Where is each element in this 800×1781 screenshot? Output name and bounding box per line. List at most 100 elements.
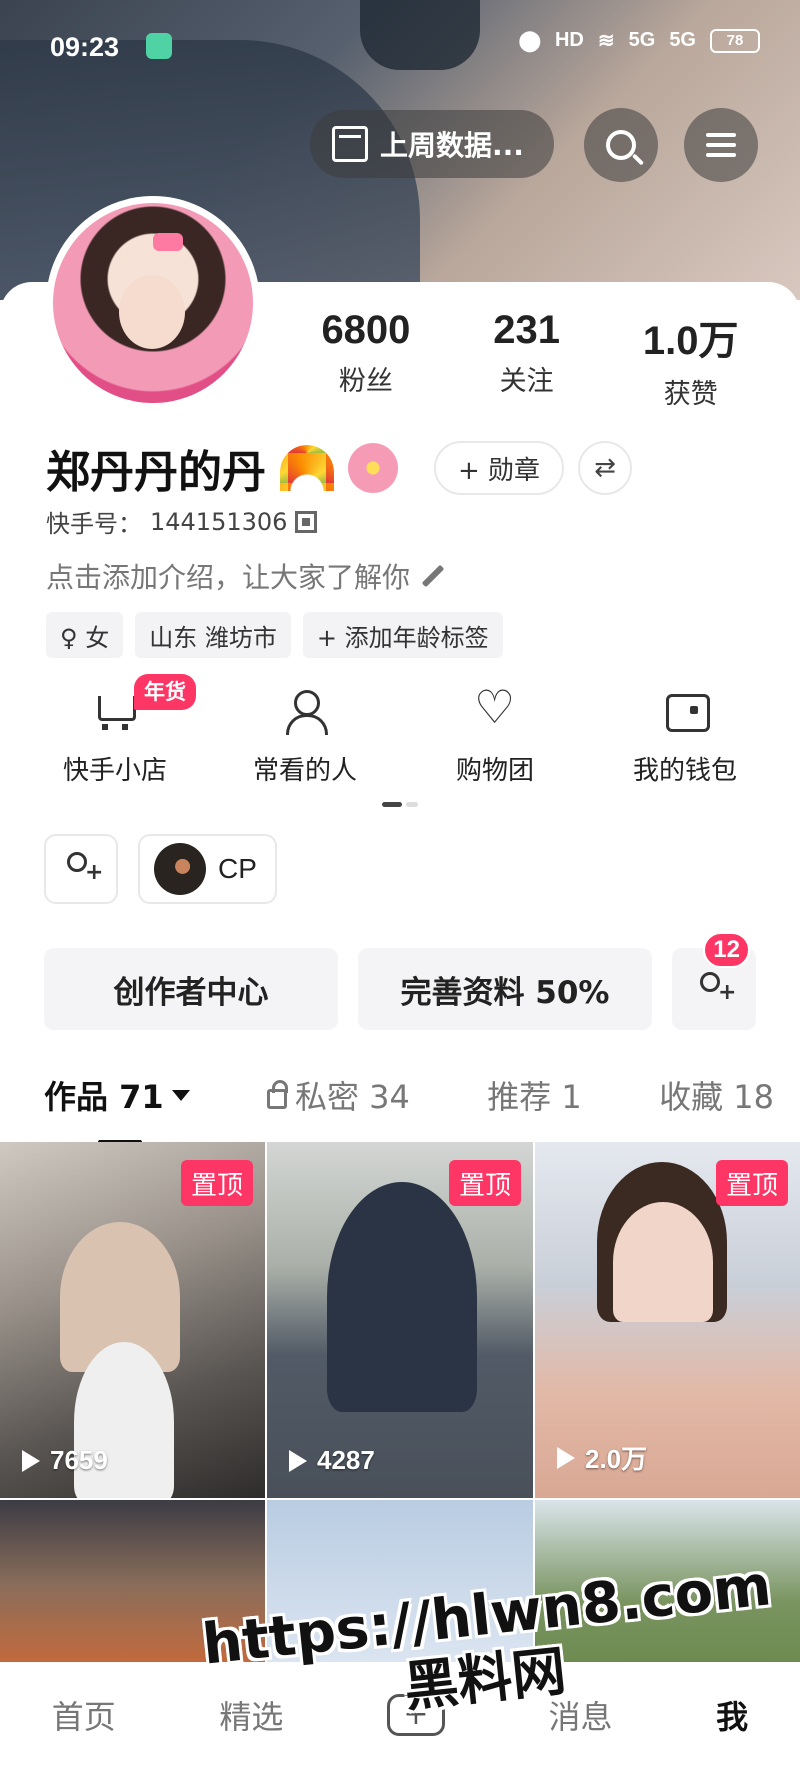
stat-label: 关注 <box>499 366 554 397</box>
tab-label: 私密 34 <box>295 1078 410 1116</box>
add-friend-button[interactable] <box>44 834 118 904</box>
kuaishou-id-value: 144151306 <box>150 507 288 536</box>
tab-label: 收藏 18 <box>659 1078 774 1116</box>
stat-followers[interactable]: 6800 粉丝 <box>321 308 410 411</box>
chevron-down-icon <box>171 1089 190 1101</box>
stat-value: 1.0万 <box>642 319 739 363</box>
search-icon <box>606 130 636 160</box>
edit-icon <box>421 564 445 588</box>
friend-requests-button[interactable]: 12 <box>672 932 756 1030</box>
week-data-button[interactable]: 上周数据... <box>310 110 554 178</box>
status-time: 09:23 <box>50 32 120 62</box>
view-count-value: 2.0万 <box>585 1444 648 1474</box>
cp-label: CP <box>218 853 257 884</box>
stat-following[interactable]: 231 关注 <box>493 308 560 411</box>
friend-requests-badge: 12 <box>703 932 750 968</box>
play-icon <box>22 1449 40 1472</box>
stat-value: 231 <box>493 308 561 352</box>
add-person-icon <box>696 972 736 1006</box>
creator-center-button[interactable]: 创作者中心 <box>44 948 338 1030</box>
search-button[interactable] <box>584 108 658 182</box>
intro-text: 点击添加介绍，让大家了解你 <box>46 561 411 594</box>
pinned-badge: 置顶 <box>448 1160 521 1206</box>
view-count: 2.0万 <box>557 1439 647 1476</box>
hd-label: HD <box>554 29 584 51</box>
app-notification-icon <box>146 33 172 59</box>
battery-level: 78 <box>710 28 760 53</box>
status-bar: 09:23 ⬤ HD ≋ 5G 5G 78 <box>0 0 800 92</box>
wallet-icon <box>660 688 710 734</box>
add-person-icon <box>63 852 103 886</box>
lock-icon <box>267 1080 288 1109</box>
stat-likes[interactable]: 1.0万 获赞 <box>643 308 739 411</box>
tag-gender[interactable]: ♀ 女 <box>46 612 124 658</box>
menu-icon <box>706 133 736 157</box>
status-icons: ⬤ HD ≋ 5G 5G 78 <box>519 28 760 53</box>
service-wallet[interactable]: 我的钱包 <box>600 688 770 787</box>
tab-favorites[interactable]: 收藏 18 <box>659 1072 774 1118</box>
service-label: 购物团 <box>455 756 534 786</box>
view-count-value: 4287 <box>317 1445 375 1475</box>
switch-account-button[interactable]: ⇄ <box>578 441 633 495</box>
pinned-badge: 置顶 <box>715 1160 788 1206</box>
profile-name: 郑丹丹的丹 <box>46 447 266 498</box>
service-frequently-viewed[interactable]: 常看的人 <box>220 688 390 787</box>
swap-icon: ⇄ <box>594 453 616 483</box>
profile-tags: ♀ 女 山东 潍坊市 + 添加年龄标签 <box>46 612 503 658</box>
tab-label: 作品 71 <box>44 1078 164 1116</box>
flower-emoji-icon <box>348 443 398 493</box>
service-label: 快手小店 <box>62 756 167 786</box>
profile-stats: 6800 粉丝 231 关注 1.0万 获赞 <box>280 308 780 411</box>
nav-home[interactable]: 首页 <box>52 1692 116 1738</box>
service-label: 我的钱包 <box>632 756 737 786</box>
stat-label: 获赞 <box>663 379 718 410</box>
pinned-badge: 置顶 <box>180 1160 253 1206</box>
nav-me[interactable]: 我 <box>716 1692 748 1738</box>
tab-recommended[interactable]: 推荐 1 <box>487 1072 582 1118</box>
view-count-value: 7659 <box>50 1445 108 1475</box>
video-thumbnail[interactable]: 置顶 2.0万 <box>535 1142 800 1498</box>
week-data-label: 上周数据... <box>380 129 524 162</box>
location-icon: ⬤ <box>518 30 541 52</box>
service-shopping-group[interactable]: 购物团 <box>410 680 580 787</box>
kuaishou-id[interactable]: 快手号： 144151306 <box>46 504 318 539</box>
complete-profile-button[interactable]: 完善资料 50% <box>358 948 652 1030</box>
qr-code-icon[interactable] <box>295 510 318 533</box>
kuaishou-id-label: 快手号： <box>46 510 142 538</box>
menu-button[interactable] <box>684 108 758 182</box>
services-pager <box>382 802 418 807</box>
new-year-badge: 年货 <box>134 674 196 710</box>
tab-label: 推荐 1 <box>487 1078 582 1116</box>
avatar-image <box>53 203 253 403</box>
service-label: 常看的人 <box>252 756 357 786</box>
service-kuaishou-shop[interactable]: 年货 快手小店 <box>30 674 200 787</box>
tab-private[interactable]: 私密 34 <box>267 1072 410 1118</box>
content-tabs: 作品 71 私密 34 推荐 1 收藏 18 <box>44 1072 774 1144</box>
video-thumbnail[interactable]: 置顶 7659 <box>0 1142 265 1498</box>
tab-works[interactable]: 作品 71 <box>44 1072 190 1144</box>
calendar-icon <box>332 126 368 162</box>
view-count: 7659 <box>22 1445 108 1476</box>
stat-value: 6800 <box>321 308 411 352</box>
quick-services: 年货 快手小店 常看的人 购物团 我的钱包 <box>20 674 780 787</box>
play-icon <box>557 1446 575 1469</box>
cp-avatar <box>154 843 206 895</box>
play-icon <box>289 1449 307 1472</box>
network-label-1: 5G <box>628 29 656 51</box>
view-count: 4287 <box>289 1445 375 1476</box>
tag-location[interactable]: 山东 潍坊市 <box>135 612 291 658</box>
person-clock-icon <box>280 688 330 735</box>
name-row: 郑丹丹的丹 + 勋章 ⇄ <box>46 436 633 500</box>
profile-intro[interactable]: 点击添加介绍，让大家了解你 <box>46 556 446 596</box>
wifi-icon: ≋ <box>597 30 615 52</box>
cp-button[interactable]: CP <box>138 834 277 904</box>
heart-icon <box>470 680 520 734</box>
network-label-2: 5G <box>669 29 696 51</box>
add-medal-button[interactable]: + 勋章 <box>434 441 565 495</box>
stat-label: 粉丝 <box>338 366 393 397</box>
rainbow-emoji-icon <box>280 445 334 491</box>
cart-icon <box>90 688 140 734</box>
tag-add-age[interactable]: + 添加年龄标签 <box>302 612 503 658</box>
video-thumbnail[interactable]: 置顶 4287 <box>267 1142 533 1498</box>
avatar[interactable] <box>46 196 260 410</box>
